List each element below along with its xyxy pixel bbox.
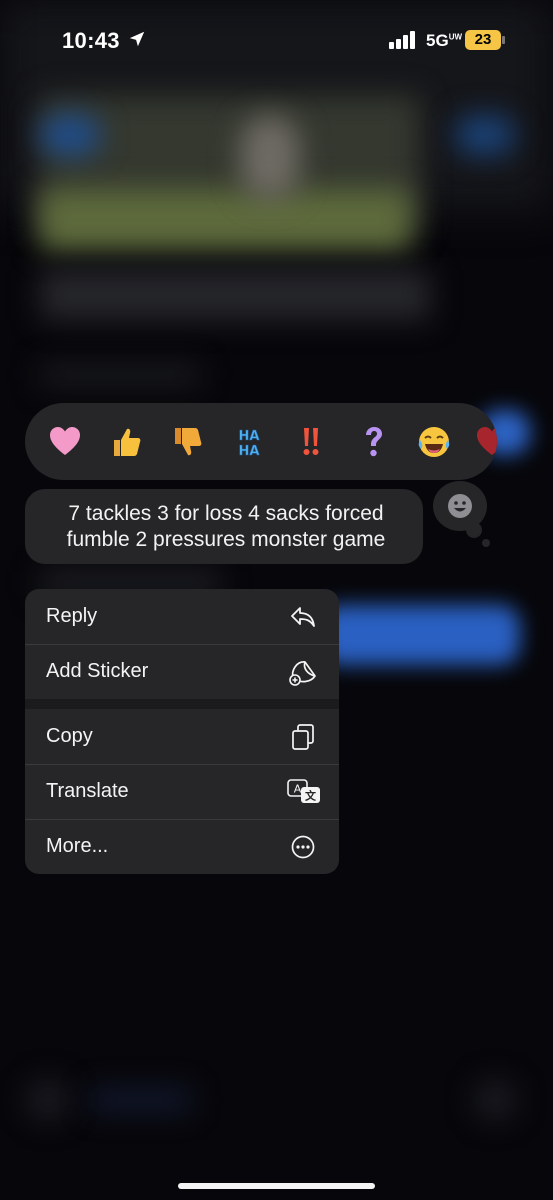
menu-item-label: More... (46, 835, 109, 857)
svg-text:文: 文 (305, 788, 317, 802)
network-suffix: UW (448, 32, 463, 42)
battery-icon: 23 (465, 30, 505, 50)
smiley-icon (448, 494, 472, 518)
menu-item-label: Reply (46, 605, 98, 627)
menu-section-gap (25, 699, 339, 709)
more-icon (289, 833, 317, 861)
menu-item-more[interactable]: More... (25, 819, 339, 874)
haha-reaction-icon[interactable]: HA HA (229, 422, 269, 462)
status-time: 10:43 (62, 28, 120, 53)
battery-level: 23 (474, 31, 492, 48)
svg-text:HA: HA (239, 429, 260, 444)
location-arrow-icon (129, 31, 145, 47)
heart-reaction-icon[interactable] (45, 422, 85, 462)
exclamation-reaction-icon[interactable] (291, 422, 331, 462)
svg-text:HA: HA (239, 444, 260, 459)
message-bubble[interactable]: 7 tackles 3 for loss 4 sacks forced fumb… (25, 489, 423, 564)
menu-item-translate[interactable]: Translate A 文 (25, 764, 339, 819)
sticker-icon (289, 658, 317, 686)
menu-item-copy[interactable]: Copy (25, 709, 339, 764)
reaction-bar: HA HA (25, 403, 497, 480)
message-text: 7 tackles 3 for loss 4 sacks forced fumb… (66, 502, 386, 551)
translate-icon: A 文 (287, 778, 321, 806)
svg-text:A: A (294, 782, 302, 795)
network-label: 5G (426, 31, 449, 50)
menu-item-label: Translate (46, 780, 129, 802)
menu-item-label: Copy (46, 725, 93, 747)
question-reaction-icon[interactable] (353, 422, 393, 462)
menu-item-reply[interactable]: Reply (25, 589, 339, 644)
laughing-reaction-icon[interactable] (414, 422, 454, 462)
network-type: 5GUW (426, 31, 462, 51)
home-indicator[interactable] (178, 1183, 375, 1189)
thought-tail (466, 522, 482, 538)
reply-icon (289, 603, 317, 631)
thought-tail-small (482, 539, 490, 547)
menu-item-label: Add Sticker (46, 660, 149, 682)
heart-partial-reaction-icon[interactable] (472, 422, 497, 462)
thumbs-up-reaction-icon[interactable] (106, 422, 146, 462)
menu-item-add-sticker[interactable]: Add Sticker (25, 644, 339, 699)
thumbs-down-reaction-icon[interactable] (167, 422, 207, 462)
cellular-signal-icon (389, 31, 415, 49)
context-menu: Reply Add Sticker Copy Translate A 文 Mor… (25, 589, 339, 874)
status-bar: 10:43 5GUW 23 (0, 0, 553, 82)
copy-icon (289, 723, 317, 751)
